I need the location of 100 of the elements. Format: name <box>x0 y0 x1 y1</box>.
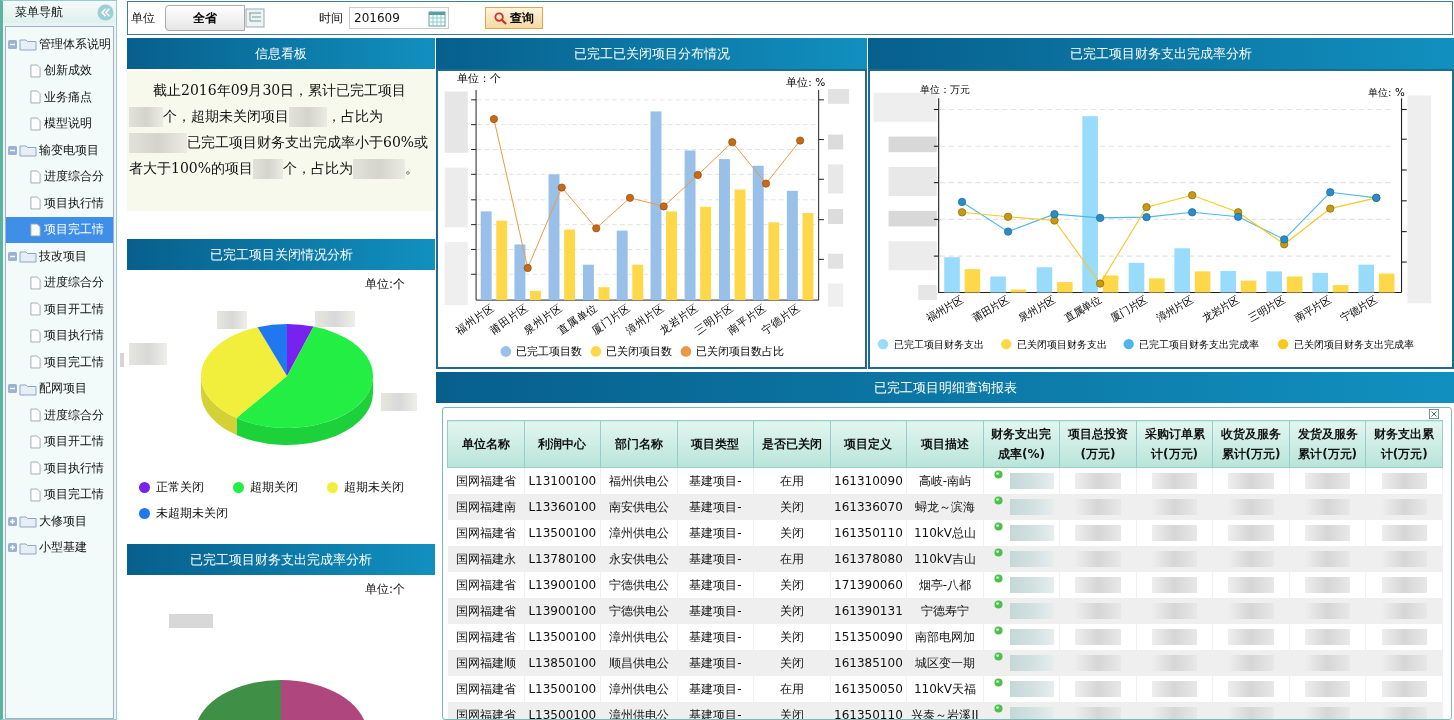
legend-label: 已关闭项目数占比 <box>696 345 785 359</box>
tree-item[interactable]: 进度综合分 <box>6 163 113 190</box>
status-dot-icon <box>993 470 1003 479</box>
redacted-value <box>1304 577 1351 593</box>
blurred-data-label <box>315 311 355 327</box>
tree-list-icon[interactable] <box>245 7 265 29</box>
query-button[interactable]: 查询 <box>485 7 543 29</box>
table-cell: 南安供电公 <box>600 494 678 520</box>
bar <box>964 269 981 293</box>
legend-label: 已完工项目财务支出 <box>893 337 984 350</box>
data-point <box>489 115 498 123</box>
table-cell: 国网福建南 <box>447 494 525 520</box>
table-cell: L13780100 <box>524 546 601 572</box>
table-cell: 关闭 <box>753 650 831 676</box>
redacted-value <box>1151 577 1198 593</box>
column-header: 采购订单累计(万元) <box>1136 420 1213 468</box>
tree-item[interactable]: 项目执行情 <box>6 455 113 482</box>
redacted-value <box>1304 707 1351 719</box>
tree-item[interactable]: 创新成效 <box>6 57 113 84</box>
tree-item[interactable]: 进度综合分 <box>6 402 113 429</box>
tree-item[interactable]: 项目开工情 <box>6 296 113 323</box>
document-icon <box>30 408 41 423</box>
redacted-value <box>1304 681 1351 697</box>
table-cell: L13500100 <box>524 702 601 719</box>
legend-label: 正常关闭 <box>156 479 204 496</box>
bar <box>616 230 628 301</box>
redacted-value <box>1075 707 1121 719</box>
axis-label: 泉州片区 <box>1016 293 1057 324</box>
minus-icon[interactable] <box>8 145 17 155</box>
redacted-value <box>1075 681 1121 697</box>
legend-label: 未超期未关闭 <box>156 505 228 522</box>
bar <box>1266 271 1282 293</box>
redacted-value <box>1151 499 1198 515</box>
redacted-value <box>1304 473 1351 489</box>
plus-icon[interactable] <box>8 543 17 553</box>
data-point <box>728 138 737 147</box>
tree-group-item[interactable]: 配网项目 <box>6 375 113 402</box>
data-point <box>762 179 770 188</box>
data-point <box>1142 213 1151 222</box>
bar <box>1240 280 1257 293</box>
redacted-value <box>1228 655 1274 671</box>
tree-item[interactable]: 进度综合分 <box>6 269 113 296</box>
status-dot-icon <box>993 548 1003 557</box>
data-point <box>1188 208 1197 217</box>
redacted-value <box>1009 473 1054 489</box>
bar <box>632 264 644 301</box>
document-icon <box>30 461 41 476</box>
panel-header: 已完工项目关闭情况分析 <box>127 239 435 270</box>
bar <box>583 264 594 301</box>
tree-item[interactable]: 项目完工情 <box>6 349 113 376</box>
tree-group-item[interactable]: 输变电项目 <box>6 137 113 164</box>
column-header: 单位名称 <box>447 420 525 468</box>
redacted-value <box>1009 603 1054 619</box>
legend-label: 超期关闭 <box>250 479 298 496</box>
status-dot-icon <box>993 600 1003 609</box>
document-icon <box>30 222 41 237</box>
redacted-value <box>1381 629 1427 645</box>
data-point <box>957 208 967 217</box>
tree-item[interactable]: 项目执行情 <box>6 322 113 349</box>
data-point <box>693 171 702 179</box>
axis-label: 福州片区 <box>923 293 965 324</box>
redacted-value <box>1228 577 1274 593</box>
date-field[interactable]: 201609 <box>349 7 449 29</box>
redacted-value <box>1228 629 1274 645</box>
unit-select-button[interactable]: 全省 <box>165 5 245 31</box>
table-cell: 基建项目- <box>677 598 754 624</box>
tree-group-item[interactable]: 技改项目 <box>6 243 113 270</box>
redacted-value <box>1381 551 1427 567</box>
plus-icon[interactable] <box>8 516 17 526</box>
minus-icon[interactable] <box>8 251 17 261</box>
tree-group-item[interactable]: 小型基建 <box>6 534 113 561</box>
bar <box>530 290 541 301</box>
redacted-value <box>1075 629 1121 645</box>
tree-item[interactable]: 项目开工情 <box>6 428 113 455</box>
redacted-value <box>1151 655 1198 671</box>
tree-group-item[interactable]: 管理体系说明 <box>6 31 113 58</box>
collapse-icon[interactable] <box>97 3 114 21</box>
splitter-handle[interactable] <box>120 353 124 367</box>
redacted-value <box>1304 655 1351 671</box>
tree-group-item[interactable]: 大修项目 <box>6 508 113 535</box>
table-cell: 顺昌供电公 <box>600 650 678 676</box>
info-text: 截止2016年09月30日，累计已完工项目 个，超期未关闭项目 ，占比为 已完工项目财务支出完成率小于60%或者大于100%的项目 个，占比为 。 <box>127 71 435 211</box>
redacted-value <box>1151 681 1198 697</box>
minus-icon[interactable] <box>8 39 17 49</box>
tree-item[interactable]: 模型说明 <box>6 110 113 137</box>
minus-icon[interactable] <box>8 384 17 394</box>
redacted-value <box>1075 499 1121 515</box>
column-header: 财务支出完成率(%) <box>983 420 1060 468</box>
data-point <box>1326 188 1335 197</box>
tree-item[interactable]: 业务痛点 <box>6 84 113 111</box>
export-icon[interactable] <box>1429 409 1439 419</box>
redacted-value <box>1228 707 1274 719</box>
tree-item[interactable]: 项目完工情 <box>6 481 113 508</box>
calendar-icon[interactable] <box>428 9 446 27</box>
axis-label: 莆田片区 <box>969 293 1011 324</box>
redacted-value <box>1381 499 1427 515</box>
tree-item[interactable]: 项目执行情 <box>6 190 113 217</box>
blurred-data-label <box>217 311 247 329</box>
redacted-value <box>1304 499 1351 515</box>
folder-icon <box>19 540 37 555</box>
